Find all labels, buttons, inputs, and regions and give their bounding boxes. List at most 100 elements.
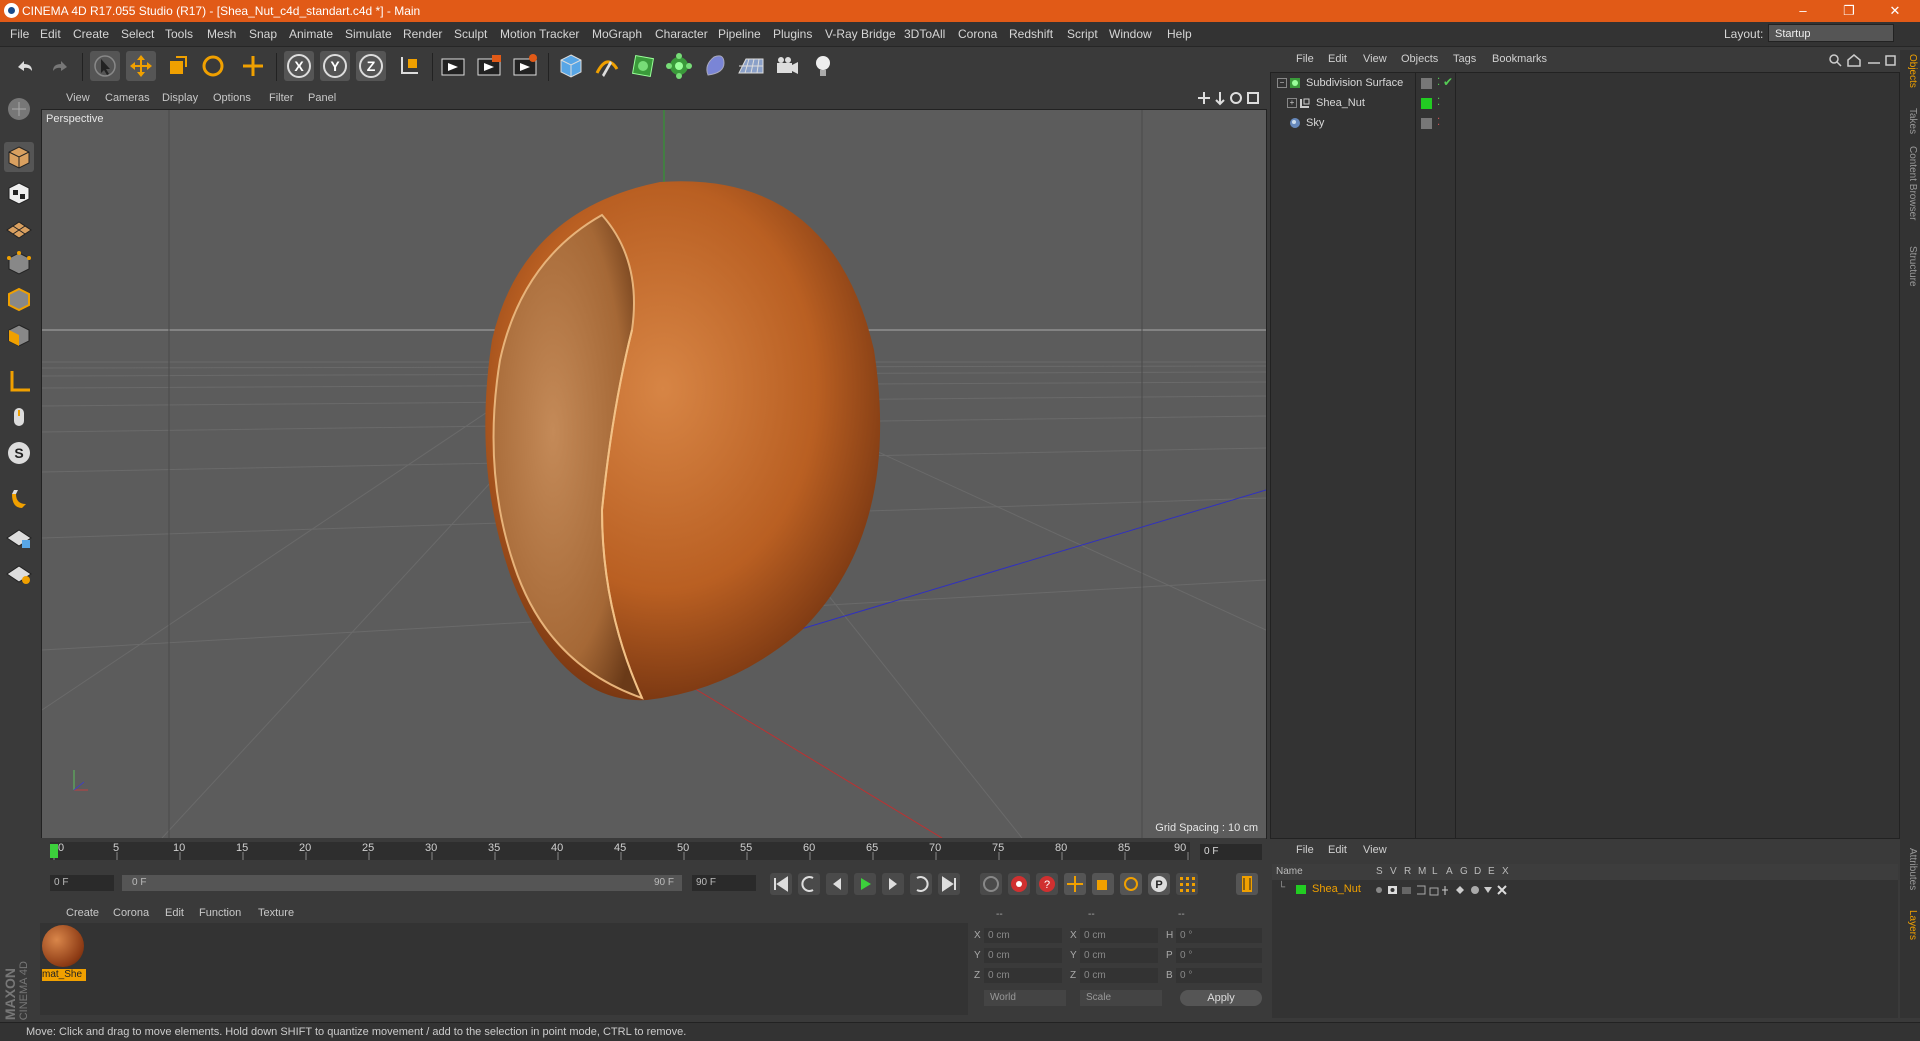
timeline-window-icon[interactable] [1236,873,1258,895]
menu-edit[interactable]: Edit [40,27,61,41]
menu-corona[interactable]: Corona [958,27,997,41]
menu-animate[interactable]: Animate [289,27,333,41]
edges-mode-icon[interactable] [4,284,34,314]
object-row-shea-nut[interactable]: + Shea_Nut ⁚ [1271,95,1899,113]
position-z-field[interactable]: 0 cm [984,968,1062,983]
current-frame-field[interactable]: 0 F [1200,844,1262,860]
viewport-menu-filter[interactable]: Filter [269,92,293,104]
rotation-b-field[interactable]: 0 ° [1176,968,1262,983]
viewport-menu-display[interactable]: Display [162,92,198,104]
layer-swatch[interactable] [1421,118,1432,129]
render-view-icon[interactable] [438,51,468,81]
menu-script[interactable]: Script [1067,27,1098,41]
texture-mode-icon[interactable] [4,178,34,208]
menu-pipeline[interactable]: Pipeline [718,27,761,41]
render-picture-viewer-icon[interactable] [474,51,504,81]
make-editable-icon[interactable] [4,94,34,124]
layer-color-swatch[interactable] [1421,98,1432,109]
objects-menu-view[interactable]: View [1363,53,1387,65]
collapse-toggle[interactable]: − [1277,78,1287,88]
menu-help[interactable]: Help [1167,27,1192,41]
shea-nut-object[interactable] [485,181,881,701]
render-settings-icon[interactable] [510,51,540,81]
key-pla-icon[interactable] [1176,873,1198,895]
planar-workplane-icon[interactable] [4,558,34,588]
start-frame-field[interactable]: 0 F [50,875,114,891]
material-menu-edit[interactable]: Edit [165,907,184,919]
polygons-mode-icon[interactable] [4,320,34,350]
object-name[interactable]: Sky [1306,117,1324,129]
menu-vray-bridge[interactable]: V-Ray Bridge [825,27,896,41]
position-y-field[interactable]: 0 cm [984,948,1062,963]
material-menu-corona[interactable]: Corona [113,907,149,919]
redo-icon[interactable] [45,51,75,81]
record-active-objects-icon[interactable] [1008,873,1030,895]
timeline-ruler[interactable]: 0 5 10 15 20 25 30 35 40 45 50 55 60 65 … [50,842,1190,860]
visibility-dots-icon[interactable]: ⁚ [1437,117,1440,128]
y-axis-lock-button[interactable]: Y [320,51,350,81]
menu-window[interactable]: Window [1109,27,1152,41]
camera-icon[interactable] [772,51,802,81]
cube-object-icon[interactable] [556,51,586,81]
tweak-mode-icon[interactable] [4,402,34,432]
position-x-field[interactable]: 0 cm [984,928,1062,943]
deformer-icon[interactable] [700,51,730,81]
tab-content-browser[interactable]: Content Browser [1902,146,1918,220]
menu-mograph[interactable]: MoGraph [592,27,642,41]
layout-select[interactable]: Startup [1768,24,1894,42]
cloner-icon[interactable] [664,51,694,81]
viewport-menu-cameras[interactable]: Cameras [105,92,150,104]
menu-tools[interactable]: Tools [165,27,193,41]
material-menu-create[interactable]: Create [66,907,99,919]
menu-sculpt[interactable]: Sculpt [454,27,487,41]
layer-swatch[interactable] [1421,78,1432,89]
expand-toggle[interactable]: + [1287,98,1297,108]
objects-menu-objects[interactable]: Objects [1401,53,1438,65]
key-rotation-icon[interactable] [1120,873,1142,895]
key-parameter-icon[interactable]: P [1148,873,1170,895]
layer-manager-list[interactable]: └ Shea_Nut [1272,880,1898,1018]
model-mode-icon[interactable] [4,142,34,172]
viewport-nav-icons[interactable] [1196,90,1262,106]
size-y-field[interactable]: 0 cm [1080,948,1158,963]
timeline[interactable]: 0 5 10 15 20 25 30 35 40 45 50 55 60 65 … [40,838,1266,862]
menu-3dtoall[interactable]: 3DToAll [904,27,945,41]
material-menu-texture[interactable]: Texture [258,907,294,919]
coordinate-mode-select[interactable]: World [984,990,1066,1006]
last-tool-icon[interactable] [238,51,268,81]
key-scale-icon[interactable] [1092,873,1114,895]
rotate-tool-icon[interactable] [198,51,228,81]
object-manager-nav-icons[interactable] [1828,52,1898,68]
material-menu-function[interactable]: Function [199,907,241,919]
object-row-sky[interactable]: Sky ⁚ [1271,115,1899,133]
material-manager-area[interactable]: mat_She [40,923,968,1015]
undo-icon[interactable] [10,51,40,81]
go-to-start-icon[interactable] [770,873,792,895]
minimize-button[interactable]: – [1780,0,1826,22]
layer-name[interactable]: Shea_Nut [1312,883,1361,895]
rotation-h-field[interactable]: 0 ° [1176,928,1262,943]
layer-color-swatch[interactable] [1296,885,1306,894]
end-frame-field[interactable]: 90 F [692,875,756,891]
next-frame-icon[interactable] [882,873,904,895]
objects-menu-edit[interactable]: Edit [1328,53,1347,65]
object-manager-list[interactable]: − Subdivision Surface ⁚ ✔ + Shea_Nut ⁚ S… [1270,72,1900,839]
menu-file[interactable]: File [10,27,29,41]
tab-objects[interactable]: Objects [1902,54,1918,88]
tab-attributes[interactable]: Attributes [1902,848,1918,890]
perspective-viewport[interactable]: Perspective Grid Spacing : 10 cm [41,109,1267,839]
tab-takes[interactable]: Takes [1902,108,1918,134]
snapping-icon[interactable]: S [4,438,34,468]
menu-select[interactable]: Select [121,27,154,41]
move-tool-icon[interactable] [126,51,156,81]
z-axis-lock-button[interactable]: Z [356,51,386,81]
material-name-label[interactable]: mat_She [42,969,86,981]
material-preview-icon[interactable] [42,925,84,967]
objects-menu-bookmarks[interactable]: Bookmarks [1492,53,1547,65]
menu-create[interactable]: Create [73,27,109,41]
subdivision-surface-icon[interactable] [628,51,658,81]
object-row-subdivision-surface[interactable]: − Subdivision Surface ⁚ ✔ [1271,75,1899,93]
select-tool-icon[interactable] [90,51,120,81]
menu-render[interactable]: Render [403,27,442,41]
apply-button[interactable]: Apply [1180,990,1262,1006]
